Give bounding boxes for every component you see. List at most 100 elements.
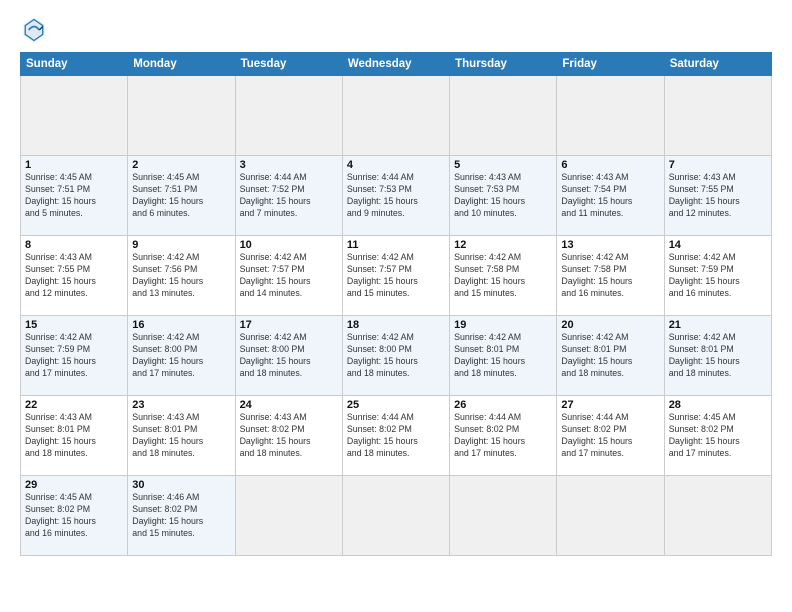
calendar-cell: 8Sunrise: 4:43 AM Sunset: 7:55 PM Daylig… <box>21 236 128 316</box>
day-info: Sunrise: 4:43 AM Sunset: 7:55 PM Dayligh… <box>669 172 767 220</box>
calendar-cell: 2Sunrise: 4:45 AM Sunset: 7:51 PM Daylig… <box>128 156 235 236</box>
day-info: Sunrise: 4:43 AM Sunset: 7:53 PM Dayligh… <box>454 172 552 220</box>
day-info: Sunrise: 4:42 AM Sunset: 7:59 PM Dayligh… <box>669 252 767 300</box>
day-number: 22 <box>25 399 123 411</box>
day-number: 16 <box>132 319 230 331</box>
calendar-week-4: 22Sunrise: 4:43 AM Sunset: 8:01 PM Dayli… <box>21 396 772 476</box>
col-header-friday: Friday <box>557 53 664 76</box>
col-header-saturday: Saturday <box>664 53 771 76</box>
calendar-cell <box>450 76 557 156</box>
day-number: 2 <box>132 159 230 171</box>
day-info: Sunrise: 4:42 AM Sunset: 7:57 PM Dayligh… <box>347 252 445 300</box>
col-header-tuesday: Tuesday <box>235 53 342 76</box>
day-number: 25 <box>347 399 445 411</box>
calendar-week-2: 8Sunrise: 4:43 AM Sunset: 7:55 PM Daylig… <box>21 236 772 316</box>
day-number: 21 <box>669 319 767 331</box>
calendar-cell: 26Sunrise: 4:44 AM Sunset: 8:02 PM Dayli… <box>450 396 557 476</box>
calendar-cell <box>557 476 664 556</box>
day-info: Sunrise: 4:44 AM Sunset: 7:52 PM Dayligh… <box>240 172 338 220</box>
day-number: 26 <box>454 399 552 411</box>
calendar-table: SundayMondayTuesdayWednesdayThursdayFrid… <box>20 52 772 556</box>
calendar-cell: 27Sunrise: 4:44 AM Sunset: 8:02 PM Dayli… <box>557 396 664 476</box>
calendar-cell: 25Sunrise: 4:44 AM Sunset: 8:02 PM Dayli… <box>342 396 449 476</box>
calendar-cell: 1Sunrise: 4:45 AM Sunset: 7:51 PM Daylig… <box>21 156 128 236</box>
day-info: Sunrise: 4:44 AM Sunset: 8:02 PM Dayligh… <box>454 412 552 460</box>
page: SundayMondayTuesdayWednesdayThursdayFrid… <box>0 0 792 612</box>
day-info: Sunrise: 4:43 AM Sunset: 7:55 PM Dayligh… <box>25 252 123 300</box>
day-info: Sunrise: 4:45 AM Sunset: 8:02 PM Dayligh… <box>669 412 767 460</box>
calendar-cell <box>21 76 128 156</box>
day-info: Sunrise: 4:45 AM Sunset: 8:02 PM Dayligh… <box>25 492 123 540</box>
calendar-cell: 17Sunrise: 4:42 AM Sunset: 8:00 PM Dayli… <box>235 316 342 396</box>
calendar-cell: 12Sunrise: 4:42 AM Sunset: 7:58 PM Dayli… <box>450 236 557 316</box>
calendar-cell: 30Sunrise: 4:46 AM Sunset: 8:02 PM Dayli… <box>128 476 235 556</box>
day-number: 18 <box>347 319 445 331</box>
day-number: 3 <box>240 159 338 171</box>
day-info: Sunrise: 4:42 AM Sunset: 8:01 PM Dayligh… <box>669 332 767 380</box>
day-info: Sunrise: 4:43 AM Sunset: 8:01 PM Dayligh… <box>25 412 123 460</box>
day-number: 10 <box>240 239 338 251</box>
calendar-cell: 23Sunrise: 4:43 AM Sunset: 8:01 PM Dayli… <box>128 396 235 476</box>
col-header-wednesday: Wednesday <box>342 53 449 76</box>
calendar-cell: 6Sunrise: 4:43 AM Sunset: 7:54 PM Daylig… <box>557 156 664 236</box>
day-info: Sunrise: 4:44 AM Sunset: 8:02 PM Dayligh… <box>347 412 445 460</box>
header <box>20 16 772 44</box>
calendar-week-3: 15Sunrise: 4:42 AM Sunset: 7:59 PM Dayli… <box>21 316 772 396</box>
day-info: Sunrise: 4:42 AM Sunset: 7:58 PM Dayligh… <box>454 252 552 300</box>
calendar-cell <box>128 76 235 156</box>
calendar-cell: 10Sunrise: 4:42 AM Sunset: 7:57 PM Dayli… <box>235 236 342 316</box>
calendar-cell <box>664 476 771 556</box>
day-info: Sunrise: 4:42 AM Sunset: 8:01 PM Dayligh… <box>561 332 659 380</box>
calendar-week-0 <box>21 76 772 156</box>
calendar-cell: 24Sunrise: 4:43 AM Sunset: 8:02 PM Dayli… <box>235 396 342 476</box>
calendar-week-1: 1 Sunrise: 4:45 AM Sunset: 7:51 PM Daylig… <box>21 156 772 236</box>
calendar-cell: 3Sunrise: 4:44 AM Sunset: 7:52 PM Daylig… <box>235 156 342 236</box>
day-number: 9 <box>132 239 230 251</box>
calendar-cell: 4Sunrise: 4:44 AM Sunset: 7:53 PM Daylig… <box>342 156 449 236</box>
calendar-cell <box>342 476 449 556</box>
calendar-week-5: 29Sunrise: 4:45 AM Sunset: 8:02 PM Dayli… <box>21 476 772 556</box>
day-info: Sunrise: 4:42 AM Sunset: 8:00 PM Dayligh… <box>240 332 338 380</box>
day-info: Sunrise: 4:43 AM Sunset: 8:01 PM Dayligh… <box>132 412 230 460</box>
day-info: Sunrise: 4:44 AM Sunset: 8:02 PM Dayligh… <box>561 412 659 460</box>
day-info: Sunrise: 4:42 AM Sunset: 7:58 PM Dayligh… <box>561 252 659 300</box>
day-number: 13 <box>561 239 659 251</box>
day-number: 1 <box>25 159 123 171</box>
calendar-header-row: SundayMondayTuesdayWednesdayThursdayFrid… <box>21 53 772 76</box>
day-info: Sunrise: 4:42 AM Sunset: 8:01 PM Dayligh… <box>454 332 552 380</box>
day-number: 19 <box>454 319 552 331</box>
day-info: Sunrise: 4:42 AM Sunset: 7:56 PM Dayligh… <box>132 252 230 300</box>
calendar-cell: 18Sunrise: 4:42 AM Sunset: 8:00 PM Dayli… <box>342 316 449 396</box>
day-number: 30 <box>132 479 230 491</box>
calendar-cell: 22Sunrise: 4:43 AM Sunset: 8:01 PM Dayli… <box>21 396 128 476</box>
col-header-thursday: Thursday <box>450 53 557 76</box>
calendar-cell <box>235 476 342 556</box>
day-info: Sunrise: 4:42 AM Sunset: 8:00 PM Dayligh… <box>347 332 445 380</box>
calendar-cell: 16Sunrise: 4:42 AM Sunset: 8:00 PM Dayli… <box>128 316 235 396</box>
day-info: Sunrise: 4:45 AM Sunset: 7:51 PM Dayligh… <box>132 172 230 220</box>
calendar-cell <box>235 76 342 156</box>
calendar-cell: 7Sunrise: 4:43 AM Sunset: 7:55 PM Daylig… <box>664 156 771 236</box>
calendar-cell: 9Sunrise: 4:42 AM Sunset: 7:56 PM Daylig… <box>128 236 235 316</box>
calendar-cell: 5Sunrise: 4:43 AM Sunset: 7:53 PM Daylig… <box>450 156 557 236</box>
day-info: Sunrise: 4:42 AM Sunset: 7:59 PM Dayligh… <box>25 332 123 380</box>
col-header-sunday: Sunday <box>21 53 128 76</box>
day-info: Sunrise: 4:42 AM Sunset: 8:00 PM Dayligh… <box>132 332 230 380</box>
calendar-cell: 29Sunrise: 4:45 AM Sunset: 8:02 PM Dayli… <box>21 476 128 556</box>
calendar-cell: 11Sunrise: 4:42 AM Sunset: 7:57 PM Dayli… <box>342 236 449 316</box>
logo <box>20 16 52 44</box>
calendar-cell <box>664 76 771 156</box>
calendar-cell <box>557 76 664 156</box>
day-info: Sunrise: 4:46 AM Sunset: 8:02 PM Dayligh… <box>132 492 230 540</box>
day-number: 23 <box>132 399 230 411</box>
day-number: 6 <box>561 159 659 171</box>
day-info: Sunrise: 4:44 AM Sunset: 7:53 PM Dayligh… <box>347 172 445 220</box>
calendar-cell: 13Sunrise: 4:42 AM Sunset: 7:58 PM Dayli… <box>557 236 664 316</box>
calendar-cell: 20Sunrise: 4:42 AM Sunset: 8:01 PM Dayli… <box>557 316 664 396</box>
day-number: 14 <box>669 239 767 251</box>
day-number: 29 <box>25 479 123 491</box>
calendar-cell <box>342 76 449 156</box>
day-number: 15 <box>25 319 123 331</box>
day-number: 24 <box>240 399 338 411</box>
day-info: Sunrise: 4:43 AM Sunset: 7:54 PM Dayligh… <box>561 172 659 220</box>
